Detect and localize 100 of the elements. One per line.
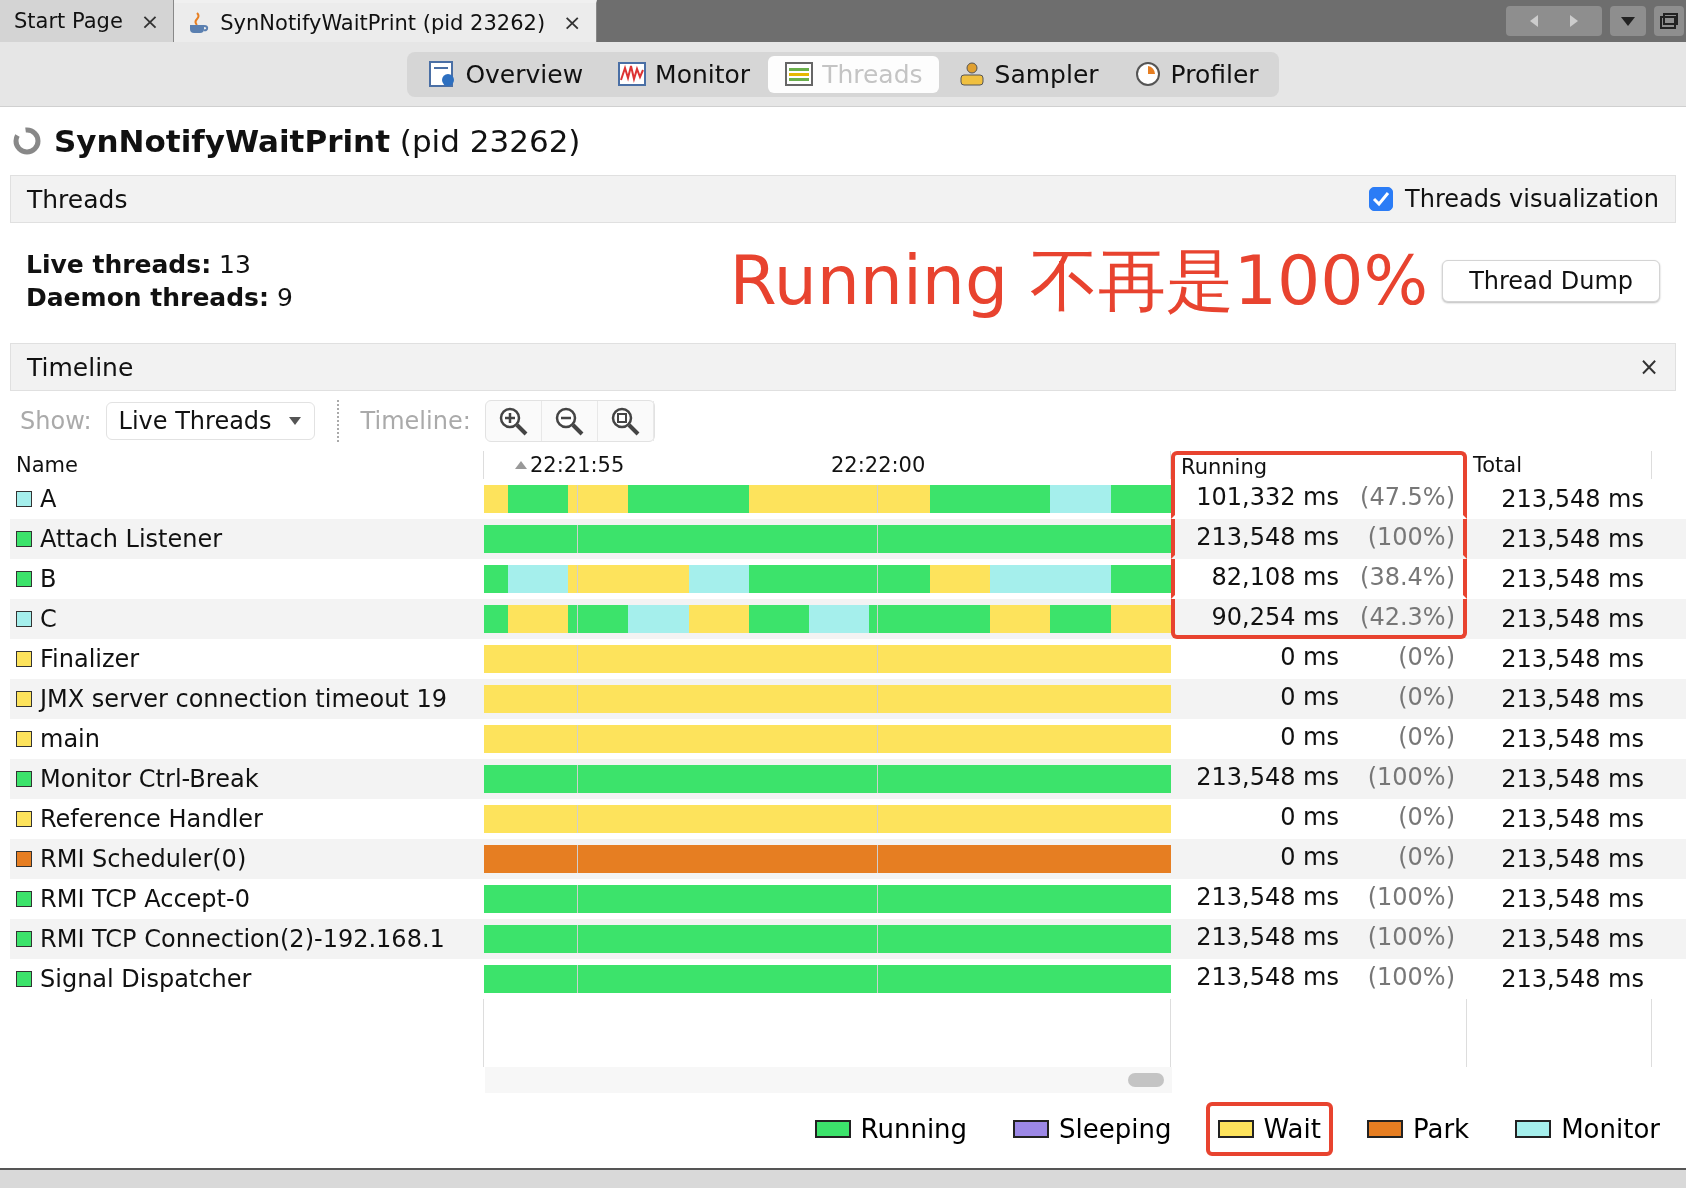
checkbox-label: Threads visualization	[1405, 185, 1659, 213]
legend-label: Wait	[1263, 1114, 1321, 1144]
running-time: 90,254 ms	[1210, 603, 1339, 631]
caret-icon	[287, 416, 302, 426]
tab-label: Profiler	[1170, 59, 1259, 89]
running-share: (100%)	[1366, 963, 1455, 991]
tab-label: Sampler	[994, 59, 1099, 89]
time-label: 22:21:55	[530, 453, 625, 477]
total-time: 213,548 ms	[1501, 605, 1644, 633]
zoom-in-icon	[498, 406, 529, 436]
thread-count: Daemon threads: 9	[26, 283, 293, 312]
thread-name: JMX server connection timeout 19	[40, 685, 447, 713]
total-time: 213,548 ms	[1501, 845, 1644, 873]
thread-dump-button[interactable]: Thread Dump	[1442, 260, 1660, 302]
total-time: 213,548 ms	[1501, 645, 1644, 673]
show-label: Show:	[20, 407, 92, 435]
running-share: (42.3%)	[1359, 603, 1455, 631]
sort-arrow-icon	[514, 460, 528, 470]
thread-name: main	[40, 725, 100, 753]
scrollbar-thumb[interactable]	[1128, 1073, 1164, 1087]
window-tab[interactable]: SynNotifyWaitPrint (pid 23262) ×	[174, 0, 597, 42]
application-title: SynNotifyWaitPrint (pid 23262)	[54, 123, 581, 159]
zoom-out-icon	[554, 406, 585, 436]
total-time: 213,548 ms	[1501, 805, 1644, 833]
running-time: 82,108 ms	[1210, 563, 1339, 591]
running-share: (0%)	[1397, 843, 1455, 871]
thread-name: Finalizer	[40, 645, 140, 673]
running-time: 213,548 ms	[1195, 923, 1339, 951]
close-icon[interactable]: ×	[1638, 353, 1659, 381]
total-time: 213,548 ms	[1501, 885, 1644, 913]
view-tab[interactable]: Sampler	[940, 55, 1115, 93]
horizontal-scrollbar[interactable]	[485, 1067, 1172, 1093]
list-icon	[784, 60, 815, 88]
running-time: 213,548 ms	[1195, 763, 1339, 791]
running-time: 0 ms	[1279, 643, 1339, 671]
restore-button[interactable]	[1654, 6, 1684, 36]
running-time: 0 ms	[1279, 843, 1339, 871]
total-time: 213,548 ms	[1501, 725, 1644, 753]
legend-label: Park	[1412, 1114, 1470, 1144]
dropdown-button[interactable]	[1610, 6, 1646, 36]
running-share: (100%)	[1366, 523, 1455, 551]
total-time: 213,548 ms	[1501, 925, 1644, 953]
thread-name: B	[40, 565, 57, 593]
caret-icon	[1620, 15, 1636, 27]
total-time: 213,548 ms	[1501, 485, 1644, 513]
panel-title: Threads	[27, 184, 128, 214]
thread-name: Signal Dispatcher	[40, 965, 252, 993]
total-time: 213,548 ms	[1501, 965, 1644, 993]
legend-label: Running	[860, 1114, 968, 1144]
checkbox[interactable]	[1369, 187, 1394, 211]
running-time: 213,548 ms	[1195, 963, 1339, 991]
coffee-cup-icon	[188, 10, 211, 35]
thread-name: RMI TCP Accept-0	[40, 885, 250, 913]
thread-name: Reference Handler	[40, 805, 263, 833]
running-share: (100%)	[1366, 923, 1455, 951]
chart-icon	[617, 60, 648, 88]
thread-name: C	[40, 605, 57, 633]
running-time: 101,332 ms	[1195, 483, 1339, 511]
panel-title: Timeline	[27, 352, 134, 382]
spinner-icon	[12, 126, 42, 156]
tab-label: Overview	[465, 59, 584, 89]
close-icon[interactable]: ×	[563, 10, 582, 35]
total-time: 213,548 ms	[1501, 565, 1644, 593]
show-dropdown[interactable]: Live Threads	[105, 402, 315, 440]
running-share: (0%)	[1397, 803, 1455, 831]
running-share: (0%)	[1397, 723, 1455, 751]
thread-name: RMI TCP Connection(2)-192.168.1	[40, 925, 445, 953]
thread-name: Monitor Ctrl-Break	[40, 765, 259, 793]
thread-count: Live threads: 13	[26, 250, 252, 279]
tab-label: SynNotifyWaitPrint (pid 23262)	[220, 10, 546, 35]
running-share: (0%)	[1397, 683, 1455, 711]
running-share: (100%)	[1366, 763, 1455, 791]
running-share: (100%)	[1366, 883, 1455, 911]
annotation-text: Running 不再是100%	[729, 239, 1429, 322]
total-time: 213,548 ms	[1501, 685, 1644, 713]
close-icon[interactable]: ×	[140, 8, 160, 34]
time-label: 22:22:00	[831, 453, 926, 477]
window-icon	[1659, 12, 1679, 30]
thread-name: RMI Scheduler(0)	[40, 845, 247, 873]
running-time: 213,548 ms	[1195, 523, 1339, 551]
running-share: (0%)	[1397, 643, 1455, 671]
window-tab[interactable]: Start Page ×	[0, 0, 175, 42]
running-share: (38.4%)	[1359, 563, 1455, 591]
tab-label: Threads	[822, 59, 923, 89]
running-time: 0 ms	[1279, 683, 1339, 711]
tab-label: Monitor	[655, 59, 751, 89]
timeline-label: Timeline:	[360, 407, 471, 435]
running-time: 213,548 ms	[1195, 883, 1339, 911]
running-time: 0 ms	[1279, 723, 1339, 751]
thread-name: Attach Listener	[40, 525, 223, 553]
view-tab[interactable]: Monitor	[601, 55, 767, 93]
legend-label: Sleeping	[1059, 1114, 1172, 1144]
zoom-fit-icon	[610, 406, 641, 436]
tab-label: Start Page	[14, 9, 123, 33]
view-tab[interactable]: Profiler	[1116, 55, 1275, 93]
running-time: 0 ms	[1279, 803, 1339, 831]
legend-label: Monitor	[1561, 1114, 1660, 1144]
total-time: 213,548 ms	[1501, 765, 1644, 793]
view-tab[interactable]: Overview	[411, 55, 600, 93]
thread-name: A	[40, 485, 57, 513]
